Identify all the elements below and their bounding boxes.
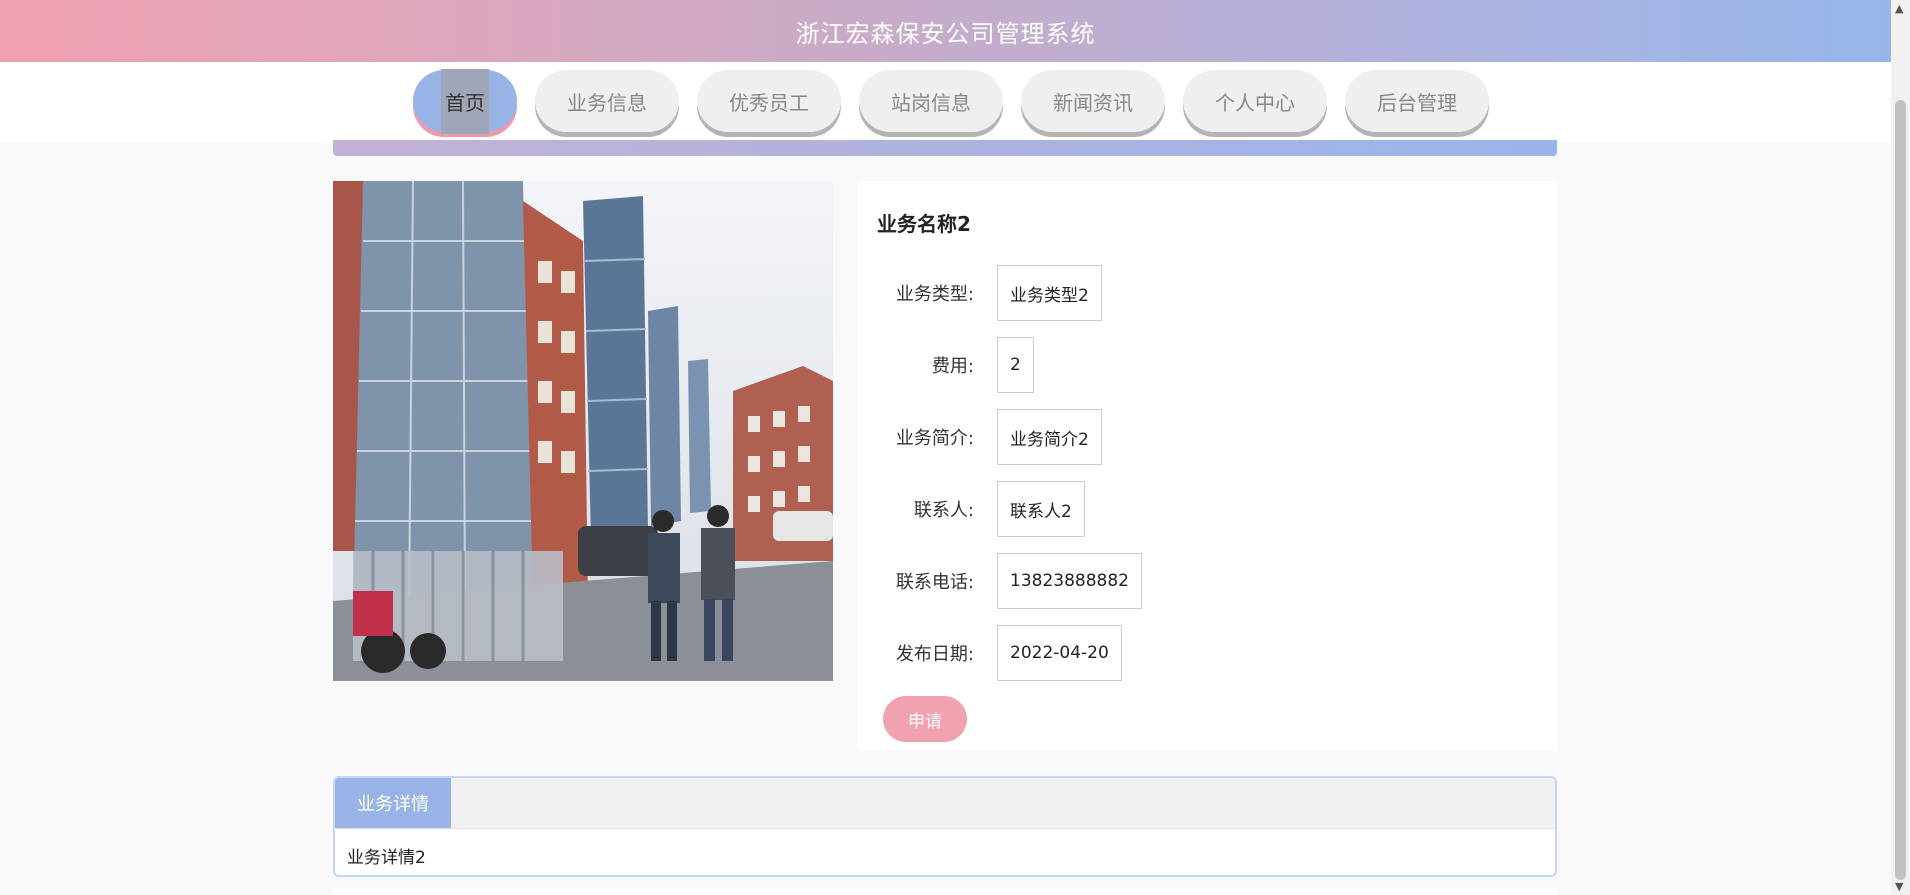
apply-button[interactable]: 申请 (883, 696, 967, 742)
scroll-up-arrow-icon[interactable]: ▲ (1895, 2, 1903, 15)
nav-business-info[interactable]: 业务信息 (535, 70, 679, 132)
nav-bar: 首页 业务信息 优秀员工 站岗信息 新闻资讯 个人中心 后台管理 (0, 62, 1891, 143)
nav-home[interactable]: 首页 (413, 68, 517, 134)
page-bottom (333, 889, 1557, 895)
nav-post-info[interactable]: 站岗信息 (859, 70, 1003, 132)
field-value: 2022-04-20 (997, 625, 1122, 681)
field-label: 联系人: (913, 500, 974, 521)
building-illustration (333, 181, 833, 681)
details-tabbar: 业务详情 (335, 778, 1555, 829)
field-business-type: 业务类型: 业务类型2 (858, 264, 1102, 322)
app-title: 浙江宏森保安公司管理系统 (795, 19, 1096, 48)
nav-excellent-staff[interactable]: 优秀员工 (697, 70, 841, 132)
field-label: 发布日期: (895, 644, 974, 665)
banner-strip (333, 140, 1557, 156)
scroll-thumb[interactable] (1895, 100, 1906, 880)
business-name: 业务名称2 (877, 212, 971, 236)
nav-news[interactable]: 新闻资讯 (1021, 70, 1165, 132)
scroll-down-arrow-icon[interactable]: ▼ (1895, 880, 1903, 893)
field-publish-date: 发布日期: 2022-04-20 (858, 624, 1122, 682)
tab-business-details[interactable]: 业务详情 (335, 778, 451, 828)
field-value: 2 (997, 337, 1034, 393)
nav-admin[interactable]: 后台管理 (1345, 70, 1489, 132)
app-header: 浙江宏森保安公司管理系统 (0, 0, 1891, 62)
details-content: 业务详情2 (347, 848, 426, 868)
nav-personal-center[interactable]: 个人中心 (1183, 70, 1327, 132)
field-value: 业务类型2 (997, 265, 1102, 321)
field-value: 联系人2 (997, 481, 1085, 537)
field-label: 业务类型: (895, 284, 974, 305)
field-label: 业务简介: (895, 428, 974, 449)
field-label: 费用: (931, 356, 974, 377)
field-business-intro: 业务简介: 业务简介2 (858, 408, 1102, 466)
field-fee: 费用: 2 (858, 336, 1034, 394)
nav-home-label: 首页 (441, 68, 489, 134)
business-info-panel: 业务名称2 业务类型: 业务类型2 费用: 2 业务简介: 业务简介2 联系人:… (858, 181, 1557, 751)
field-contact: 联系人: 联系人2 (858, 480, 1085, 538)
business-details-panel: 业务详情 业务详情2 (333, 776, 1557, 877)
field-value: 业务简介2 (997, 409, 1102, 465)
business-photo (333, 181, 833, 681)
page-scrollbar[interactable]: ▲ ▼ (1891, 0, 1910, 895)
field-phone: 联系电话: 13823888882 (858, 552, 1142, 610)
field-label: 联系电话: (895, 572, 974, 593)
field-value: 13823888882 (997, 553, 1142, 609)
main-nav: 首页 业务信息 优秀员工 站岗信息 新闻资讯 个人中心 后台管理 (413, 68, 1489, 134)
